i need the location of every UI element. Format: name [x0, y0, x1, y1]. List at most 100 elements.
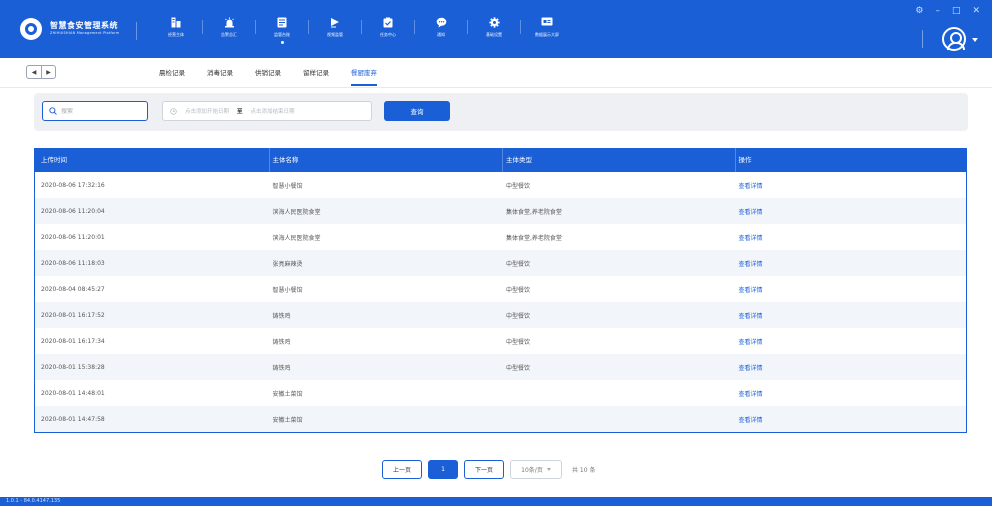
view-details-link[interactable]: 查看详情: [736, 311, 967, 320]
tab-sample[interactable]: 留样记录: [292, 58, 340, 88]
nav-item-tasks[interactable]: 任务中心: [362, 12, 414, 48]
chevron-right-icon[interactable]: ▶: [41, 66, 55, 78]
view-details-link[interactable]: 查看详情: [736, 181, 967, 190]
tab-kitchen-waste[interactable]: 餐厨废弃: [340, 58, 388, 88]
query-button[interactable]: 查询: [384, 101, 450, 121]
start-date-field[interactable]: 点击添加开始日期: [185, 107, 229, 115]
cell-entity-type: 集体食堂,养老院食堂: [506, 234, 562, 242]
nav-item-dashboard[interactable]: 数据展示大屏: [521, 12, 573, 48]
cell-entity-type: 中型餐饮: [506, 260, 531, 268]
user-divider: [922, 30, 923, 48]
tab-supply[interactable]: 供销记录: [244, 58, 292, 88]
view-details-link[interactable]: 查看详情: [736, 259, 967, 268]
table-row: 2020-08-01 16:17:34 铸铁鸡 中型餐饮 查看详情: [35, 328, 966, 354]
tab-scroll-controls: ◀ ▶: [26, 65, 56, 79]
table-row: 2020-08-01 16:17:52 铸铁鸡 中型餐饮 查看详情: [35, 302, 966, 328]
sub-tab-bar: ◀ ▶ 晨检记录 消毒记录 供销记录 留样记录 餐厨废弃: [0, 58, 992, 88]
cell-entity-name: 安徽土菜馆: [272, 416, 303, 424]
date-separator: 至: [237, 109, 243, 115]
user-avatar-icon[interactable]: [942, 27, 966, 51]
view-details-link[interactable]: 查看详情: [736, 415, 967, 424]
cell-upload-time: 2020-08-06 17:32:16: [41, 181, 105, 189]
table-row: 2020-08-01 15:38:28 铸铁鸡 中型餐饮 查看详情: [35, 354, 966, 380]
task-icon: [382, 16, 394, 28]
page-size-value: 10条/页: [521, 467, 543, 474]
table-row: 2020-08-06 17:32:16 智慧小餐馆 中型餐饮 查看详情: [35, 172, 966, 198]
end-date-field[interactable]: 点击添加结束日期: [251, 107, 295, 115]
next-page-button[interactable]: 下一页: [464, 460, 504, 479]
nav-item-label: 基础设置: [486, 32, 502, 37]
window-controls: ⚙ – □ ✕: [915, 6, 980, 16]
tab-disinfection[interactable]: 消毒记录: [196, 58, 244, 88]
nav-item-alarms[interactable]: 告警总汇: [203, 12, 255, 48]
clock-icon: [170, 107, 177, 115]
cell-upload-time: 2020-08-01 15:38:28: [41, 363, 105, 371]
cell-entity-name: 张亮麻辣烫: [272, 260, 303, 268]
alarm-icon: [223, 16, 235, 28]
view-details-link[interactable]: 查看详情: [736, 337, 967, 346]
app-title: 智慧食安管理系统: [50, 21, 118, 31]
ledger-icon: [276, 16, 288, 28]
cell-entity-name: 智慧小餐馆: [272, 182, 303, 190]
brand: 智慧食安管理系统 ZHIHUISHIAN Management Platform: [20, 18, 119, 40]
building-icon: [170, 16, 182, 28]
view-details-link[interactable]: 查看详情: [736, 363, 967, 372]
view-details-link[interactable]: 查看详情: [736, 233, 967, 242]
cell-upload-time: 2020-08-04 08:45:27: [41, 285, 105, 293]
nav-item-video[interactable]: 视频监管: [309, 12, 361, 48]
gear-icon: [488, 16, 500, 28]
cell-entity-name: 安徽土菜馆: [272, 390, 303, 398]
date-range-picker[interactable]: 点击添加开始日期 至 点击添加结束日期: [162, 101, 372, 121]
page-size-select[interactable]: 10条/页: [510, 460, 562, 479]
minimize-icon[interactable]: –: [935, 6, 940, 16]
maximize-icon[interactable]: □: [952, 6, 961, 16]
search-input[interactable]: [61, 107, 141, 115]
column-header-entity-type: 主体类型: [503, 148, 736, 172]
tab-morning-check[interactable]: 晨检记录: [148, 58, 196, 88]
cell-entity-name: 铸铁鸡: [272, 312, 291, 320]
pagination: 上一页 1 下一页 10条/页 共 10 条: [382, 460, 595, 479]
chevron-left-icon[interactable]: ◀: [27, 66, 41, 78]
nav-item-settings[interactable]: 基础设置: [468, 12, 520, 48]
table-row: 2020-08-06 11:20:01 滨海人民医院食堂 集体食堂,养老院食堂 查看详…: [35, 224, 966, 250]
chat-icon: [435, 16, 447, 28]
nav-item-ledger[interactable]: 监管台账: [256, 12, 308, 48]
view-details-link[interactable]: 查看详情: [736, 389, 967, 398]
nav-item-notifications[interactable]: 通知: [415, 12, 467, 48]
cell-entity-type: 中型餐饮: [506, 364, 531, 372]
cell-entity-name: 智慧小餐馆: [272, 286, 303, 294]
cell-entity-type: 中型餐饮: [506, 286, 531, 294]
top-header: 智慧食安管理系统 ZHIHUISHIAN Management Platform…: [0, 0, 992, 58]
version-text: 1.0.1 - 84.0.4147.135: [6, 498, 61, 504]
nav-item-entities[interactable]: 经营主体: [150, 12, 202, 48]
close-icon[interactable]: ✕: [972, 6, 980, 16]
nav-item-label: 告警总汇: [221, 32, 237, 37]
table-row: 2020-08-06 11:20:04 滨海人民医院食堂 集体食堂,养老院食堂 查看详…: [35, 198, 966, 224]
cell-entity-name: 滨海人民医院食堂: [272, 234, 321, 242]
search-box[interactable]: [42, 101, 148, 121]
nav-item-label: 监管台账: [274, 32, 290, 37]
table-row: 2020-08-01 14:47:58 安徽土菜馆 查看详情: [35, 406, 966, 432]
chevron-down-icon[interactable]: [972, 38, 978, 42]
cell-upload-time: 2020-08-01 16:17:52: [41, 311, 105, 319]
page-number-button[interactable]: 1: [428, 460, 458, 479]
view-details-link[interactable]: 查看详情: [736, 285, 967, 294]
nav-divider: [136, 22, 137, 40]
nav-item-label: 通知: [437, 32, 445, 37]
app-logo-icon: [20, 18, 42, 40]
cell-entity-type: 中型餐饮: [506, 338, 531, 346]
prev-page-button[interactable]: 上一页: [382, 460, 422, 479]
cell-upload-time: 2020-08-06 11:18:03: [41, 259, 105, 267]
cell-upload-time: 2020-08-06 11:20:04: [41, 207, 105, 215]
cell-entity-name: 铸铁鸡: [272, 364, 291, 372]
view-details-link[interactable]: 查看详情: [736, 207, 967, 216]
screen-icon: [541, 16, 553, 28]
total-count: 共 10 条: [572, 467, 596, 474]
settings-icon[interactable]: ⚙: [915, 6, 923, 16]
column-header-entity-name: 主体名称: [270, 148, 503, 172]
main-nav: 经营主体 告警总汇 监管台账 视频监管 任务中心 通知 基础设置 数据展示大屏: [150, 12, 573, 48]
status-bar: 1.0.1 - 84.0.4147.135: [0, 497, 992, 506]
cell-upload-time: 2020-08-01 14:47:58: [41, 415, 105, 423]
nav-item-label: 视频监管: [327, 32, 343, 37]
record-tabs: 晨检记录 消毒记录 供销记录 留样记录 餐厨废弃: [148, 58, 388, 88]
